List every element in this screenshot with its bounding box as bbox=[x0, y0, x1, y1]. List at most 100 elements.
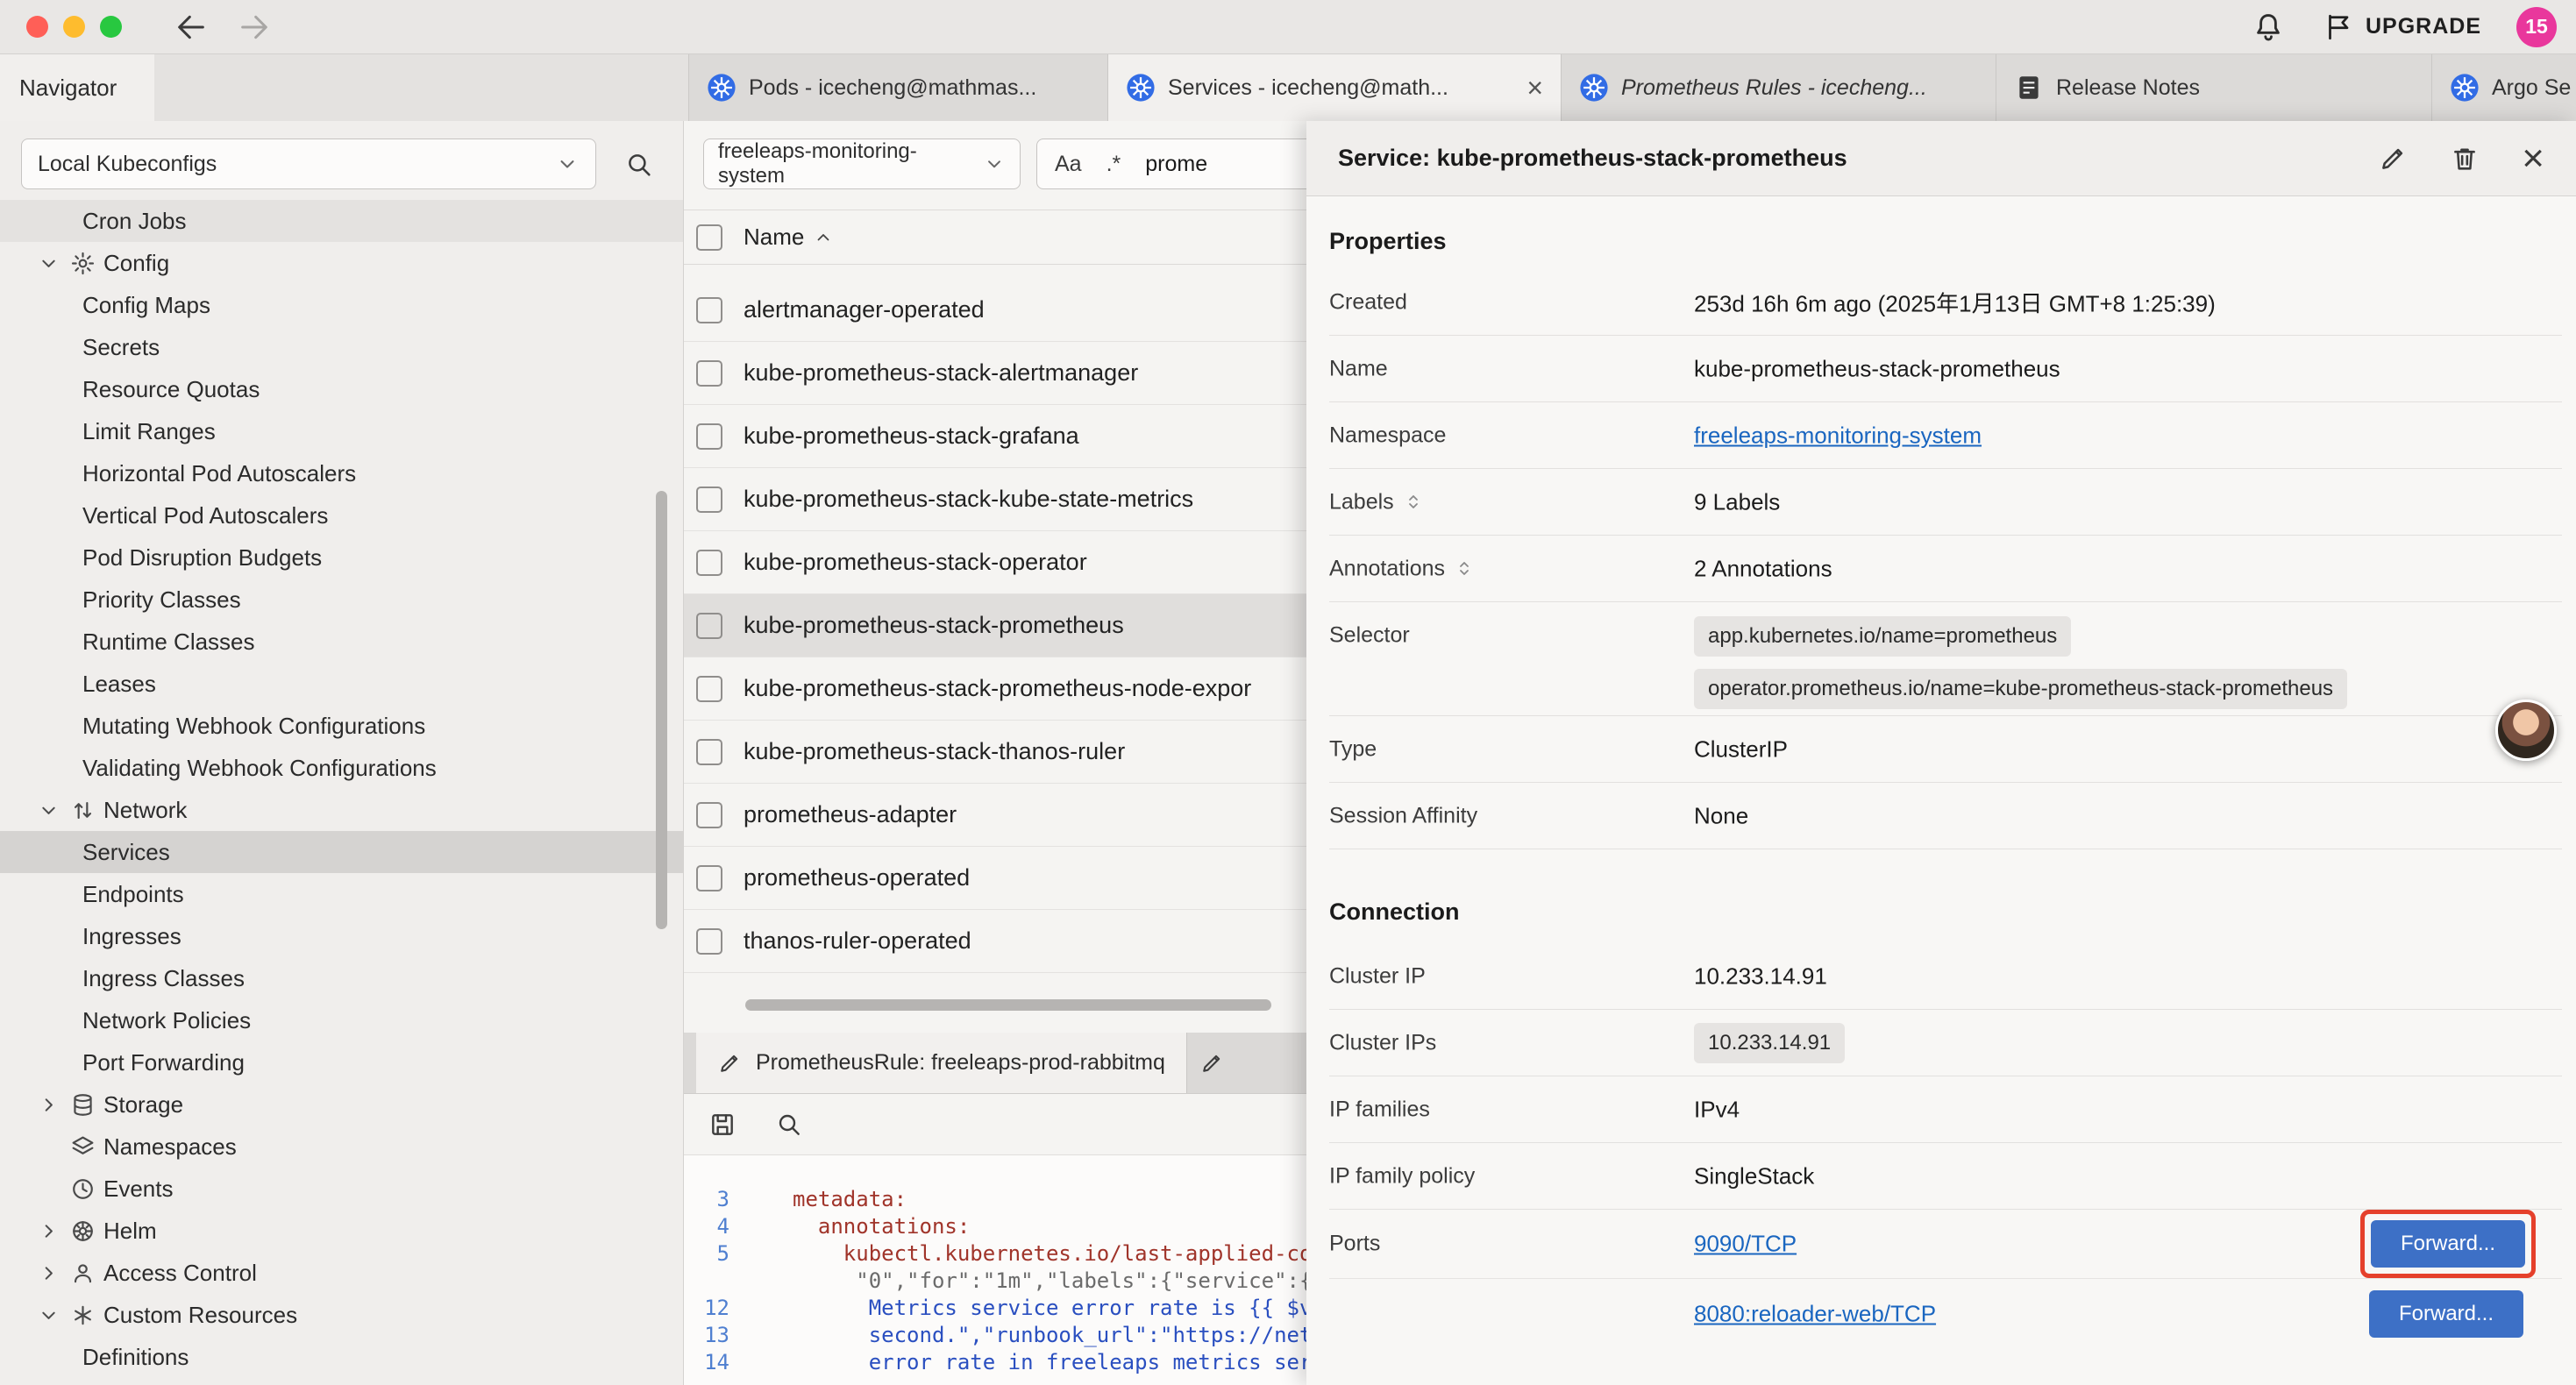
namespace-selector[interactable]: freeleaps-monitoring-system bbox=[703, 138, 1021, 189]
sidebar-item-leases[interactable]: Leases bbox=[0, 663, 684, 705]
property-label: Ports bbox=[1329, 1232, 1380, 1257]
sidebar-item-services[interactable]: Services bbox=[0, 831, 684, 873]
sidebar-item-mutating-webhook-configurations[interactable]: Mutating Webhook Configurations bbox=[0, 705, 684, 747]
row-checkbox[interactable] bbox=[696, 487, 722, 513]
sidebar-item-limit-ranges[interactable]: Limit Ranges bbox=[0, 410, 684, 452]
sidebar-item-cron-jobs[interactable]: Cron Jobs bbox=[0, 200, 684, 242]
table-row-kube-prometheus-stack-alertmanager[interactable]: kube-prometheus-stack-alertmanager bbox=[684, 342, 1306, 405]
sidebar-item-ingress-classes[interactable]: Ingress Classes bbox=[0, 957, 684, 999]
match-case-toggle[interactable]: Aa bbox=[1055, 152, 1082, 177]
value-badge: operator.prometheus.io/name=kube-prometh… bbox=[1694, 669, 2347, 709]
sidebar-item-helm[interactable]: Helm bbox=[0, 1210, 684, 1252]
sidebar-item-config[interactable]: Config bbox=[0, 242, 684, 284]
sidebar-item-vertical-pod-autoscalers[interactable]: Vertical Pod Autoscalers bbox=[0, 494, 684, 536]
table-row-prometheus-adapter[interactable]: prometheus-adapter bbox=[684, 784, 1306, 847]
sidebar-item-secrets[interactable]: Secrets bbox=[0, 326, 684, 368]
sidebar-item-namespaces[interactable]: Namespaces bbox=[0, 1126, 684, 1168]
table-row-thanos-ruler-operated[interactable]: thanos-ruler-operated bbox=[684, 910, 1306, 973]
window-zoom-button[interactable] bbox=[100, 16, 122, 38]
select-all-checkbox[interactable] bbox=[696, 224, 722, 251]
sidebar-item-definitions[interactable]: Definitions bbox=[0, 1336, 684, 1378]
sidebar-item-events[interactable]: Events bbox=[0, 1168, 684, 1210]
row-checkbox[interactable] bbox=[696, 802, 722, 828]
user-avatar[interactable] bbox=[2495, 700, 2557, 761]
forward-button[interactable]: Forward... bbox=[2371, 1220, 2525, 1268]
save-icon[interactable] bbox=[708, 1111, 737, 1139]
upgrade-label: UPGRADE bbox=[2366, 14, 2481, 39]
table-row-prometheus-operated[interactable]: prometheus-operated bbox=[684, 847, 1306, 910]
regex-toggle[interactable]: .* bbox=[1107, 152, 1121, 177]
table-row-alertmanager-operated[interactable]: alertmanager-operated bbox=[684, 279, 1306, 342]
sidebar-scrollbar[interactable] bbox=[656, 491, 667, 929]
table-row-kube-prometheus-stack-grafana[interactable]: kube-prometheus-stack-grafana bbox=[684, 405, 1306, 468]
sidebar-item-resource-quotas[interactable]: Resource Quotas bbox=[0, 368, 684, 410]
row-checkbox[interactable] bbox=[696, 550, 722, 576]
port-link[interactable]: 8080:reloader-web/TCP bbox=[1694, 1300, 1936, 1327]
row-checkbox[interactable] bbox=[696, 865, 722, 891]
editor-doc-tab-next[interactable] bbox=[1187, 1033, 1236, 1093]
sidebar-item-config-maps[interactable]: Config Maps bbox=[0, 284, 684, 326]
table-search-box[interactable]: Aa .* prome bbox=[1036, 138, 1306, 189]
tab-release-notes[interactable]: Release Notes bbox=[1996, 54, 2432, 121]
sidebar-item-network[interactable]: Network bbox=[0, 789, 684, 831]
line-number: 12 bbox=[684, 1296, 740, 1320]
name-column-header[interactable]: Name bbox=[744, 224, 834, 251]
sidebar-item-runtime-classes[interactable]: Runtime Classes bbox=[0, 621, 684, 663]
sidebar-item-network-policies[interactable]: Network Policies bbox=[0, 999, 684, 1041]
forward-button[interactable]: Forward... bbox=[2369, 1290, 2523, 1338]
table-row-kube-prometheus-stack-prometheus-node-expor[interactable]: kube-prometheus-stack-prometheus-node-ex… bbox=[684, 657, 1306, 721]
search-input[interactable]: prome bbox=[1145, 152, 1207, 177]
tab-prometheus-rules-icecheng[interactable]: Prometheus Rules - icecheng... bbox=[1562, 54, 1996, 121]
row-checkbox[interactable] bbox=[696, 423, 722, 450]
property-label: Name bbox=[1329, 356, 1388, 381]
port-link[interactable]: 9090/TCP bbox=[1694, 1231, 1797, 1258]
tab-services-icecheng-math[interactable]: Services - icecheng@math...× bbox=[1108, 54, 1562, 121]
window-close-button[interactable] bbox=[26, 16, 48, 38]
editor-doc-tab[interactable]: PrometheusRule: freeleaps-prod-rabbitmq bbox=[696, 1033, 1187, 1093]
back-arrow-icon[interactable] bbox=[174, 10, 209, 45]
port-row-8080-reloader-web-tcp: 8080:reloader-web/TCP Forward... bbox=[1329, 1279, 2562, 1348]
row-checkbox[interactable] bbox=[696, 676, 722, 702]
kubeconfig-selector[interactable]: Local Kubeconfigs bbox=[21, 138, 596, 189]
upgrade-button[interactable]: UPGRADE bbox=[2323, 11, 2481, 43]
sidebar-search-icon[interactable] bbox=[624, 150, 654, 180]
table-row-kube-prometheus-stack-kube-state-metrics[interactable]: kube-prometheus-stack-kube-state-metrics bbox=[684, 468, 1306, 531]
notification-count-badge[interactable]: 15 bbox=[2516, 7, 2557, 47]
close-icon[interactable]: × bbox=[2522, 139, 2544, 178]
sidebar-item-endpoints[interactable]: Endpoints bbox=[0, 873, 684, 915]
table-row-kube-prometheus-stack-prometheus[interactable]: kube-prometheus-stack-prometheus bbox=[684, 594, 1306, 657]
namespace-link[interactable]: freeleaps-monitoring-system bbox=[1694, 422, 1982, 449]
row-checkbox[interactable] bbox=[696, 360, 722, 387]
row-checkbox[interactable] bbox=[696, 297, 722, 323]
sidebar-item-priority-classes[interactable]: Priority Classes bbox=[0, 579, 684, 621]
sidebar-item-label: Limit Ranges bbox=[82, 418, 216, 445]
sidebar-item-horizontal-pod-autoscalers[interactable]: Horizontal Pod Autoscalers bbox=[0, 452, 684, 494]
forward-button-highlight: Forward... bbox=[2360, 1210, 2536, 1278]
code-text: Metrics service error rate is {{ $va bbox=[740, 1296, 1306, 1320]
forward-arrow-icon[interactable] bbox=[237, 10, 272, 45]
row-checkbox[interactable] bbox=[696, 928, 722, 955]
tab-close-icon[interactable]: × bbox=[1518, 72, 1543, 104]
tab-argo-se[interactable]: Argo Se bbox=[2432, 54, 2576, 121]
sidebar-item-label: Ingresses bbox=[82, 923, 181, 950]
sidebar-item-custom-resources[interactable]: Custom Resources bbox=[0, 1294, 684, 1336]
sidebar-item-access-control[interactable]: Access Control bbox=[0, 1252, 684, 1294]
tab-pods-icecheng-mathmas[interactable]: Pods - icecheng@mathmas... bbox=[689, 54, 1108, 121]
sidebar-item-validating-webhook-configurations[interactable]: Validating Webhook Configurations bbox=[0, 747, 684, 789]
table-row-kube-prometheus-stack-operator[interactable]: kube-prometheus-stack-operator bbox=[684, 531, 1306, 594]
notifications-bell-icon[interactable] bbox=[2252, 11, 2285, 44]
delete-trash-icon[interactable] bbox=[2450, 144, 2480, 174]
sidebar-item-pod-disruption-budgets[interactable]: Pod Disruption Budgets bbox=[0, 536, 684, 579]
sidebar-item-port-forwarding[interactable]: Port Forwarding bbox=[0, 1041, 684, 1083]
editor-search-icon[interactable] bbox=[775, 1111, 803, 1139]
sidebar-item-ingresses[interactable]: Ingresses bbox=[0, 915, 684, 957]
clock-icon bbox=[70, 1176, 96, 1202]
horizontal-scrollbar[interactable] bbox=[745, 999, 1271, 1011]
edit-pencil-icon[interactable] bbox=[2378, 144, 2408, 174]
row-checkbox[interactable] bbox=[696, 739, 722, 765]
window-minimize-button[interactable] bbox=[63, 16, 85, 38]
sidebar-item-storage[interactable]: Storage bbox=[0, 1083, 684, 1126]
row-checkbox[interactable] bbox=[696, 613, 722, 639]
table-row-kube-prometheus-stack-thanos-ruler[interactable]: kube-prometheus-stack-thanos-ruler bbox=[684, 721, 1306, 784]
yaml-editor[interactable]: 3metadata:4 annotations:5 kubectl.kubern… bbox=[684, 1155, 1306, 1385]
